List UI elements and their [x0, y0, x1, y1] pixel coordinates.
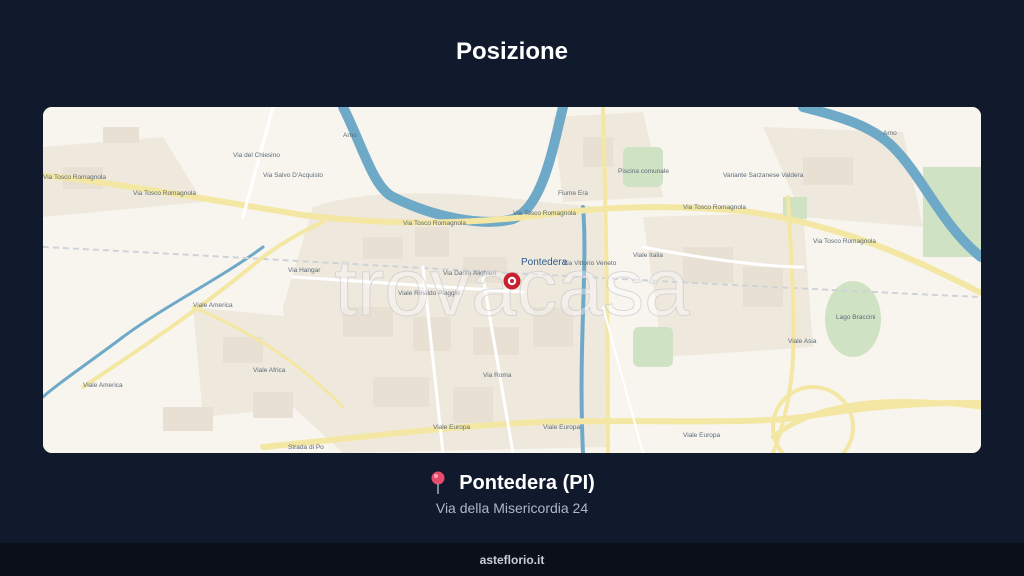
location-address: Via della Misericordia 24: [435, 500, 589, 516]
river-label: Arno: [343, 132, 357, 139]
map-canvas[interactable]: Via Tosco Romagnola Via Tosco Romagnola …: [43, 107, 981, 453]
river-label: Arno: [883, 130, 897, 137]
footer: asteflorio.it: [0, 543, 1024, 576]
poi-label: Piscina comunale: [618, 168, 669, 175]
street-label: Via Tosco Romagnola: [813, 238, 876, 245]
street-label: Viale America: [83, 382, 123, 389]
page-title: Posizione: [455, 38, 569, 65]
street-label: Via Tosco Romagnola: [513, 210, 576, 217]
street-label: Via Tosco Romagnola: [683, 204, 746, 211]
street-label: Strada di Po: [288, 444, 324, 451]
location-marker[interactable]: [503, 272, 521, 290]
street-label: Variante Sarzanese Valdera: [723, 172, 804, 179]
location-city: Pontedera (PI): [459, 471, 595, 494]
location-heading: Pontedera (PI): [0, 471, 1024, 495]
street-label: Viale Africa: [253, 367, 286, 374]
street-label: Via Tosco Romagnola: [133, 190, 196, 197]
street-label: Via del Chiesino: [233, 152, 280, 159]
street-label: Via Tosco Romagnola: [403, 220, 466, 227]
street-label: Via Hangar: [288, 267, 321, 274]
street-label: Via Salvo D'Acquisto: [263, 172, 323, 179]
street-label: Via Roma: [483, 372, 512, 379]
poi-label: Lago Braccini: [836, 314, 875, 321]
street-label: Viale America: [193, 302, 233, 309]
street-label: Viale Europa: [543, 424, 580, 431]
street-label: Viale Europa: [433, 424, 470, 431]
map[interactable]: Via Tosco Romagnola Via Tosco Romagnola …: [43, 107, 981, 453]
street-label: Viale Asia: [788, 338, 817, 345]
footer-site[interactable]: asteflorio.it: [480, 553, 545, 567]
street-label: Viale Europa: [683, 432, 720, 439]
street-label: Fiume Era: [558, 190, 588, 197]
pushpin-icon: [429, 471, 447, 495]
street-label: Via Tosco Romagnola: [43, 174, 106, 181]
